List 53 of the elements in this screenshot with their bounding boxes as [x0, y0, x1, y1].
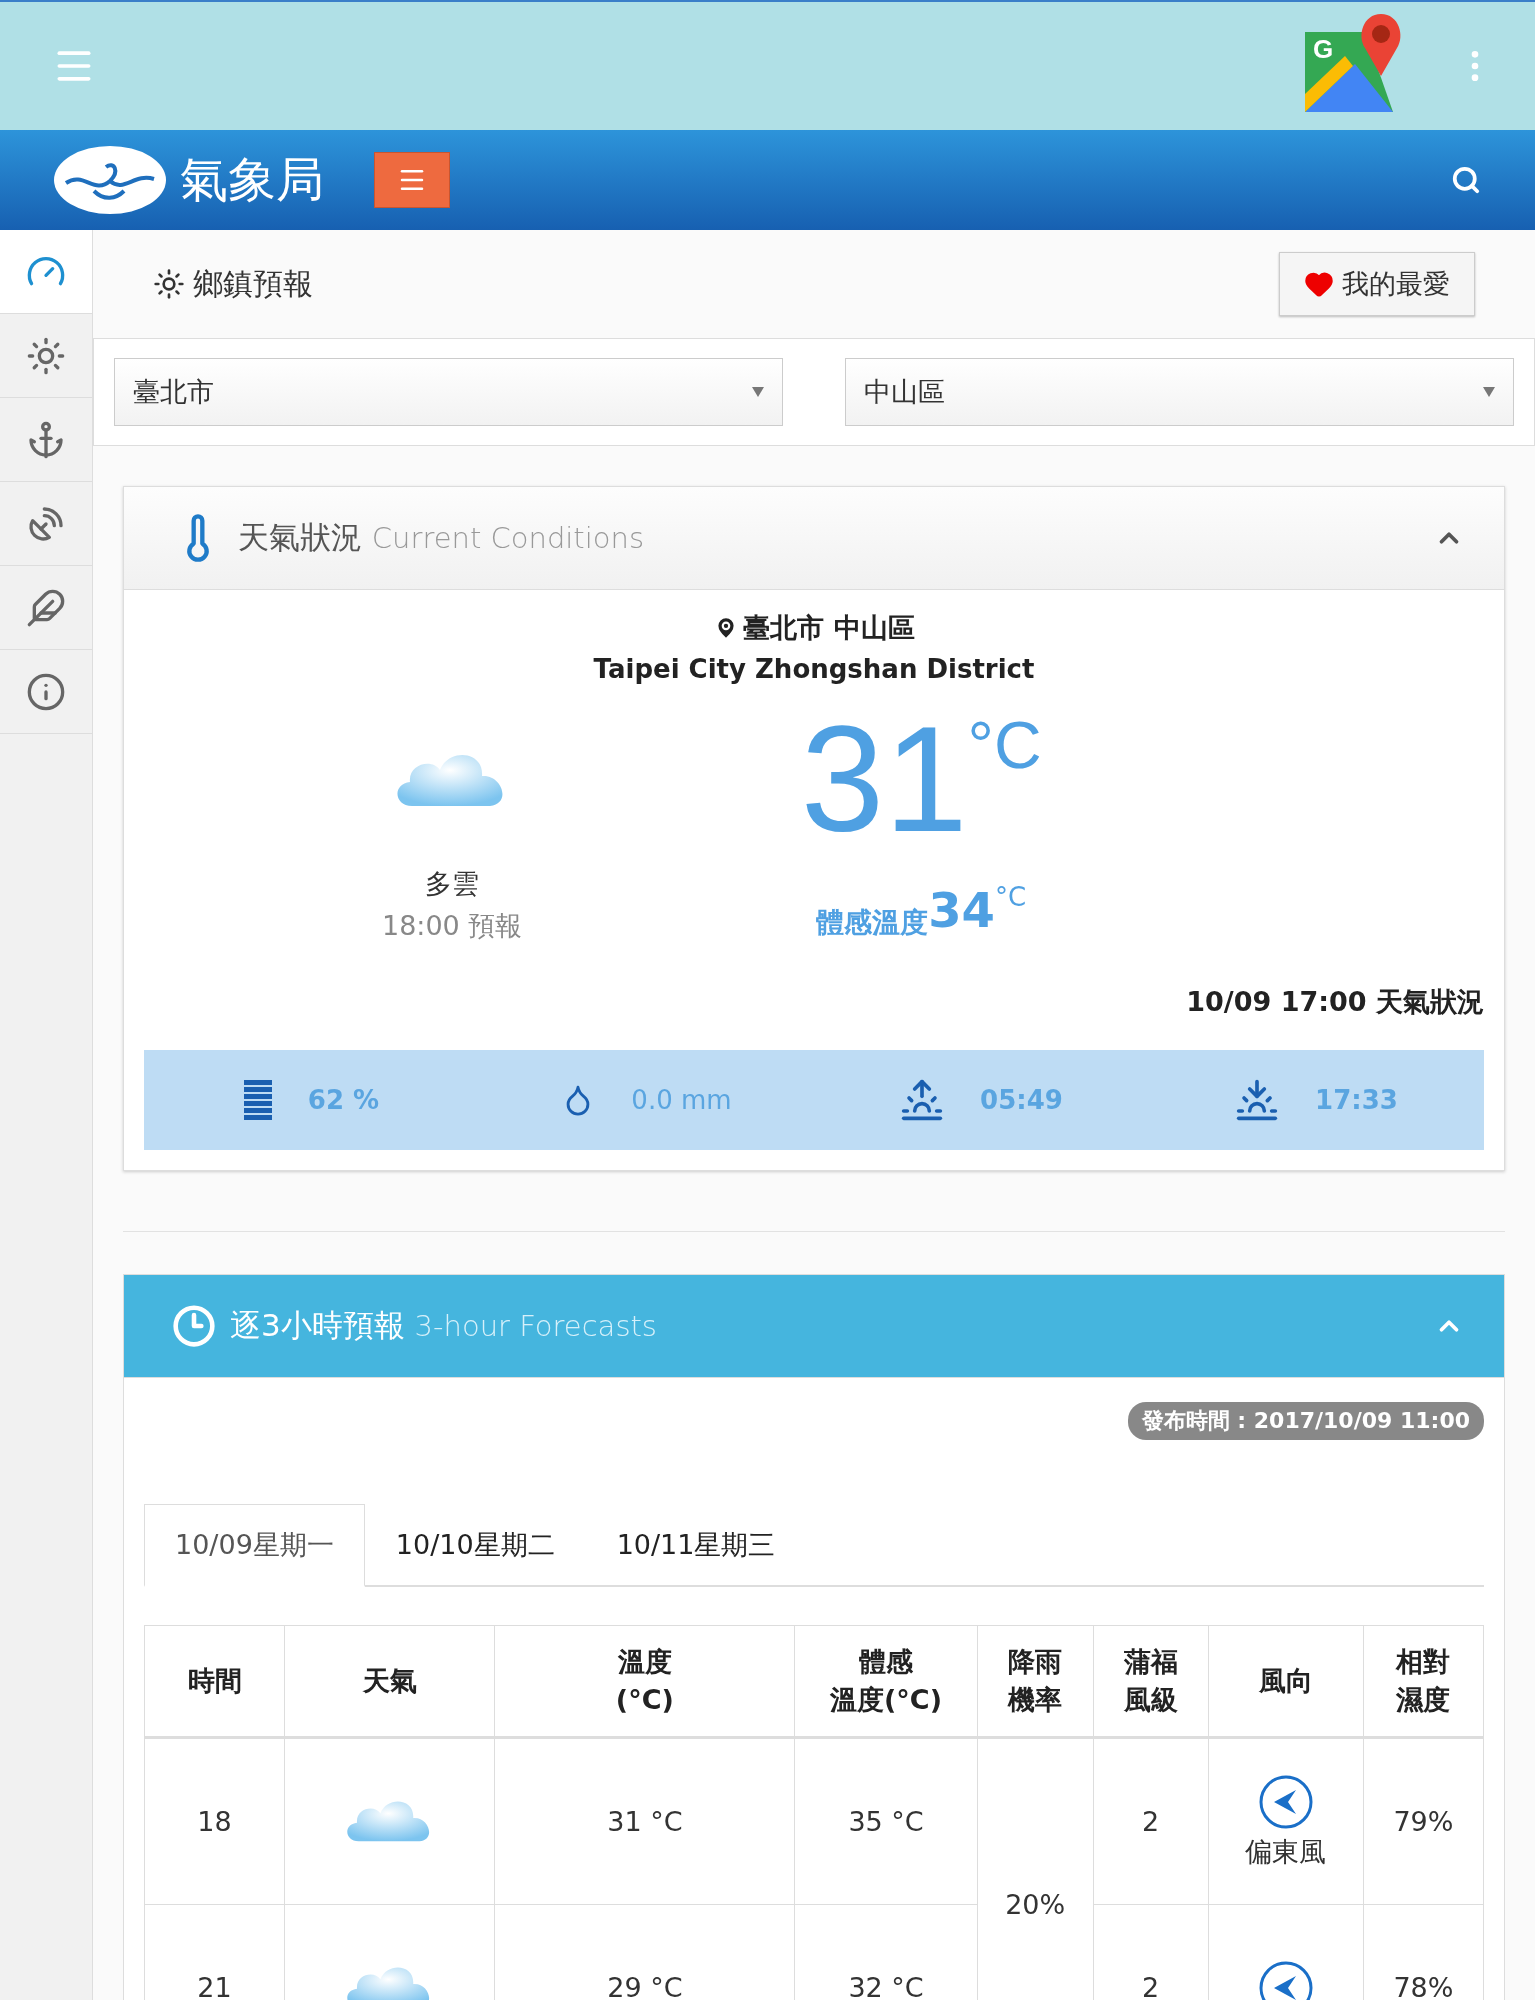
column-header: 蒲福 — [1122, 1645, 1179, 1680]
table-cell: 35 °C — [794, 1737, 978, 1905]
column-header: 時間 — [186, 1664, 243, 1699]
bars-icon — [243, 1080, 272, 1120]
logo-icon — [54, 145, 166, 215]
anchor-icon — [26, 419, 66, 460]
sun-icon — [153, 268, 185, 300]
section-title: 逐3小時預報 3-hour Forecasts — [230, 1306, 657, 1345]
observation-time: 10/09 17:00 天氣狀況 — [1186, 985, 1484, 1019]
search-icon[interactable] — [1451, 165, 1481, 195]
table-cell: 18 — [144, 1737, 285, 1905]
stat-value: 17:33 — [1315, 1085, 1398, 1115]
column-header: 風向 — [1257, 1664, 1314, 1699]
table-cell: 20% — [977, 1737, 1094, 2000]
forecast-time: 18:00 預報 — [382, 909, 523, 943]
clock-icon — [172, 1304, 216, 1348]
published-time-badge: 發布時間 : 2017/10/09 11:00 — [1127, 1402, 1484, 1440]
feather-icon — [26, 587, 66, 628]
table-cell: 2 — [1093, 1737, 1209, 1905]
sunset-icon — [1235, 1078, 1280, 1122]
column-header: 降雨 — [1007, 1645, 1064, 1680]
column-header: 機率 — [1006, 1683, 1064, 1717]
stat-value: 05:49 — [980, 1085, 1063, 1115]
day-tab[interactable]: 10/09星期一 — [144, 1504, 365, 1587]
location-english: Taipei City Zhongshan District — [592, 654, 1036, 684]
table-cell: 21 — [144, 1904, 285, 2000]
section-title: 天氣狀況 Current Conditions — [238, 518, 644, 557]
logo-text: 氣象局 — [180, 150, 324, 209]
sunrise-icon — [900, 1078, 945, 1122]
column-header: 濕度 — [1395, 1683, 1452, 1717]
column-header: 相對 — [1394, 1645, 1452, 1680]
column-header: 風級 — [1122, 1683, 1179, 1717]
column-header: (°C) — [614, 1683, 675, 1717]
wind-direction-icon — [1257, 1773, 1314, 1830]
menu-button[interactable] — [374, 152, 450, 208]
favorite-button[interactable]: 我的最愛 — [1279, 252, 1475, 316]
page-title: 鄉鎮預報 — [193, 264, 313, 303]
weather-text: 多雲 — [425, 867, 480, 901]
column-header: 溫度(°C) — [829, 1683, 944, 1717]
stat-value: 0.0 mm — [631, 1085, 732, 1115]
table-cell: 79% — [1363, 1737, 1484, 1905]
info-icon — [26, 671, 66, 712]
sidebar-item[interactable] — [0, 230, 92, 314]
column-header: 天氣 — [361, 1664, 418, 1699]
wind-direction-text: 偏東風 — [1245, 1834, 1327, 1869]
stat-value: 62 % — [307, 1085, 380, 1115]
column-header: 溫度 — [616, 1645, 673, 1680]
location-text: 臺北市 中山區 — [743, 611, 915, 645]
table-cell: 31 °C — [494, 1737, 795, 1905]
dropdown-field[interactable]: 臺北市 — [114, 358, 783, 426]
dropdown-field[interactable]: 中山區 — [845, 358, 1514, 426]
sun-icon — [26, 335, 66, 376]
column-header: 體感 — [858, 1645, 915, 1680]
